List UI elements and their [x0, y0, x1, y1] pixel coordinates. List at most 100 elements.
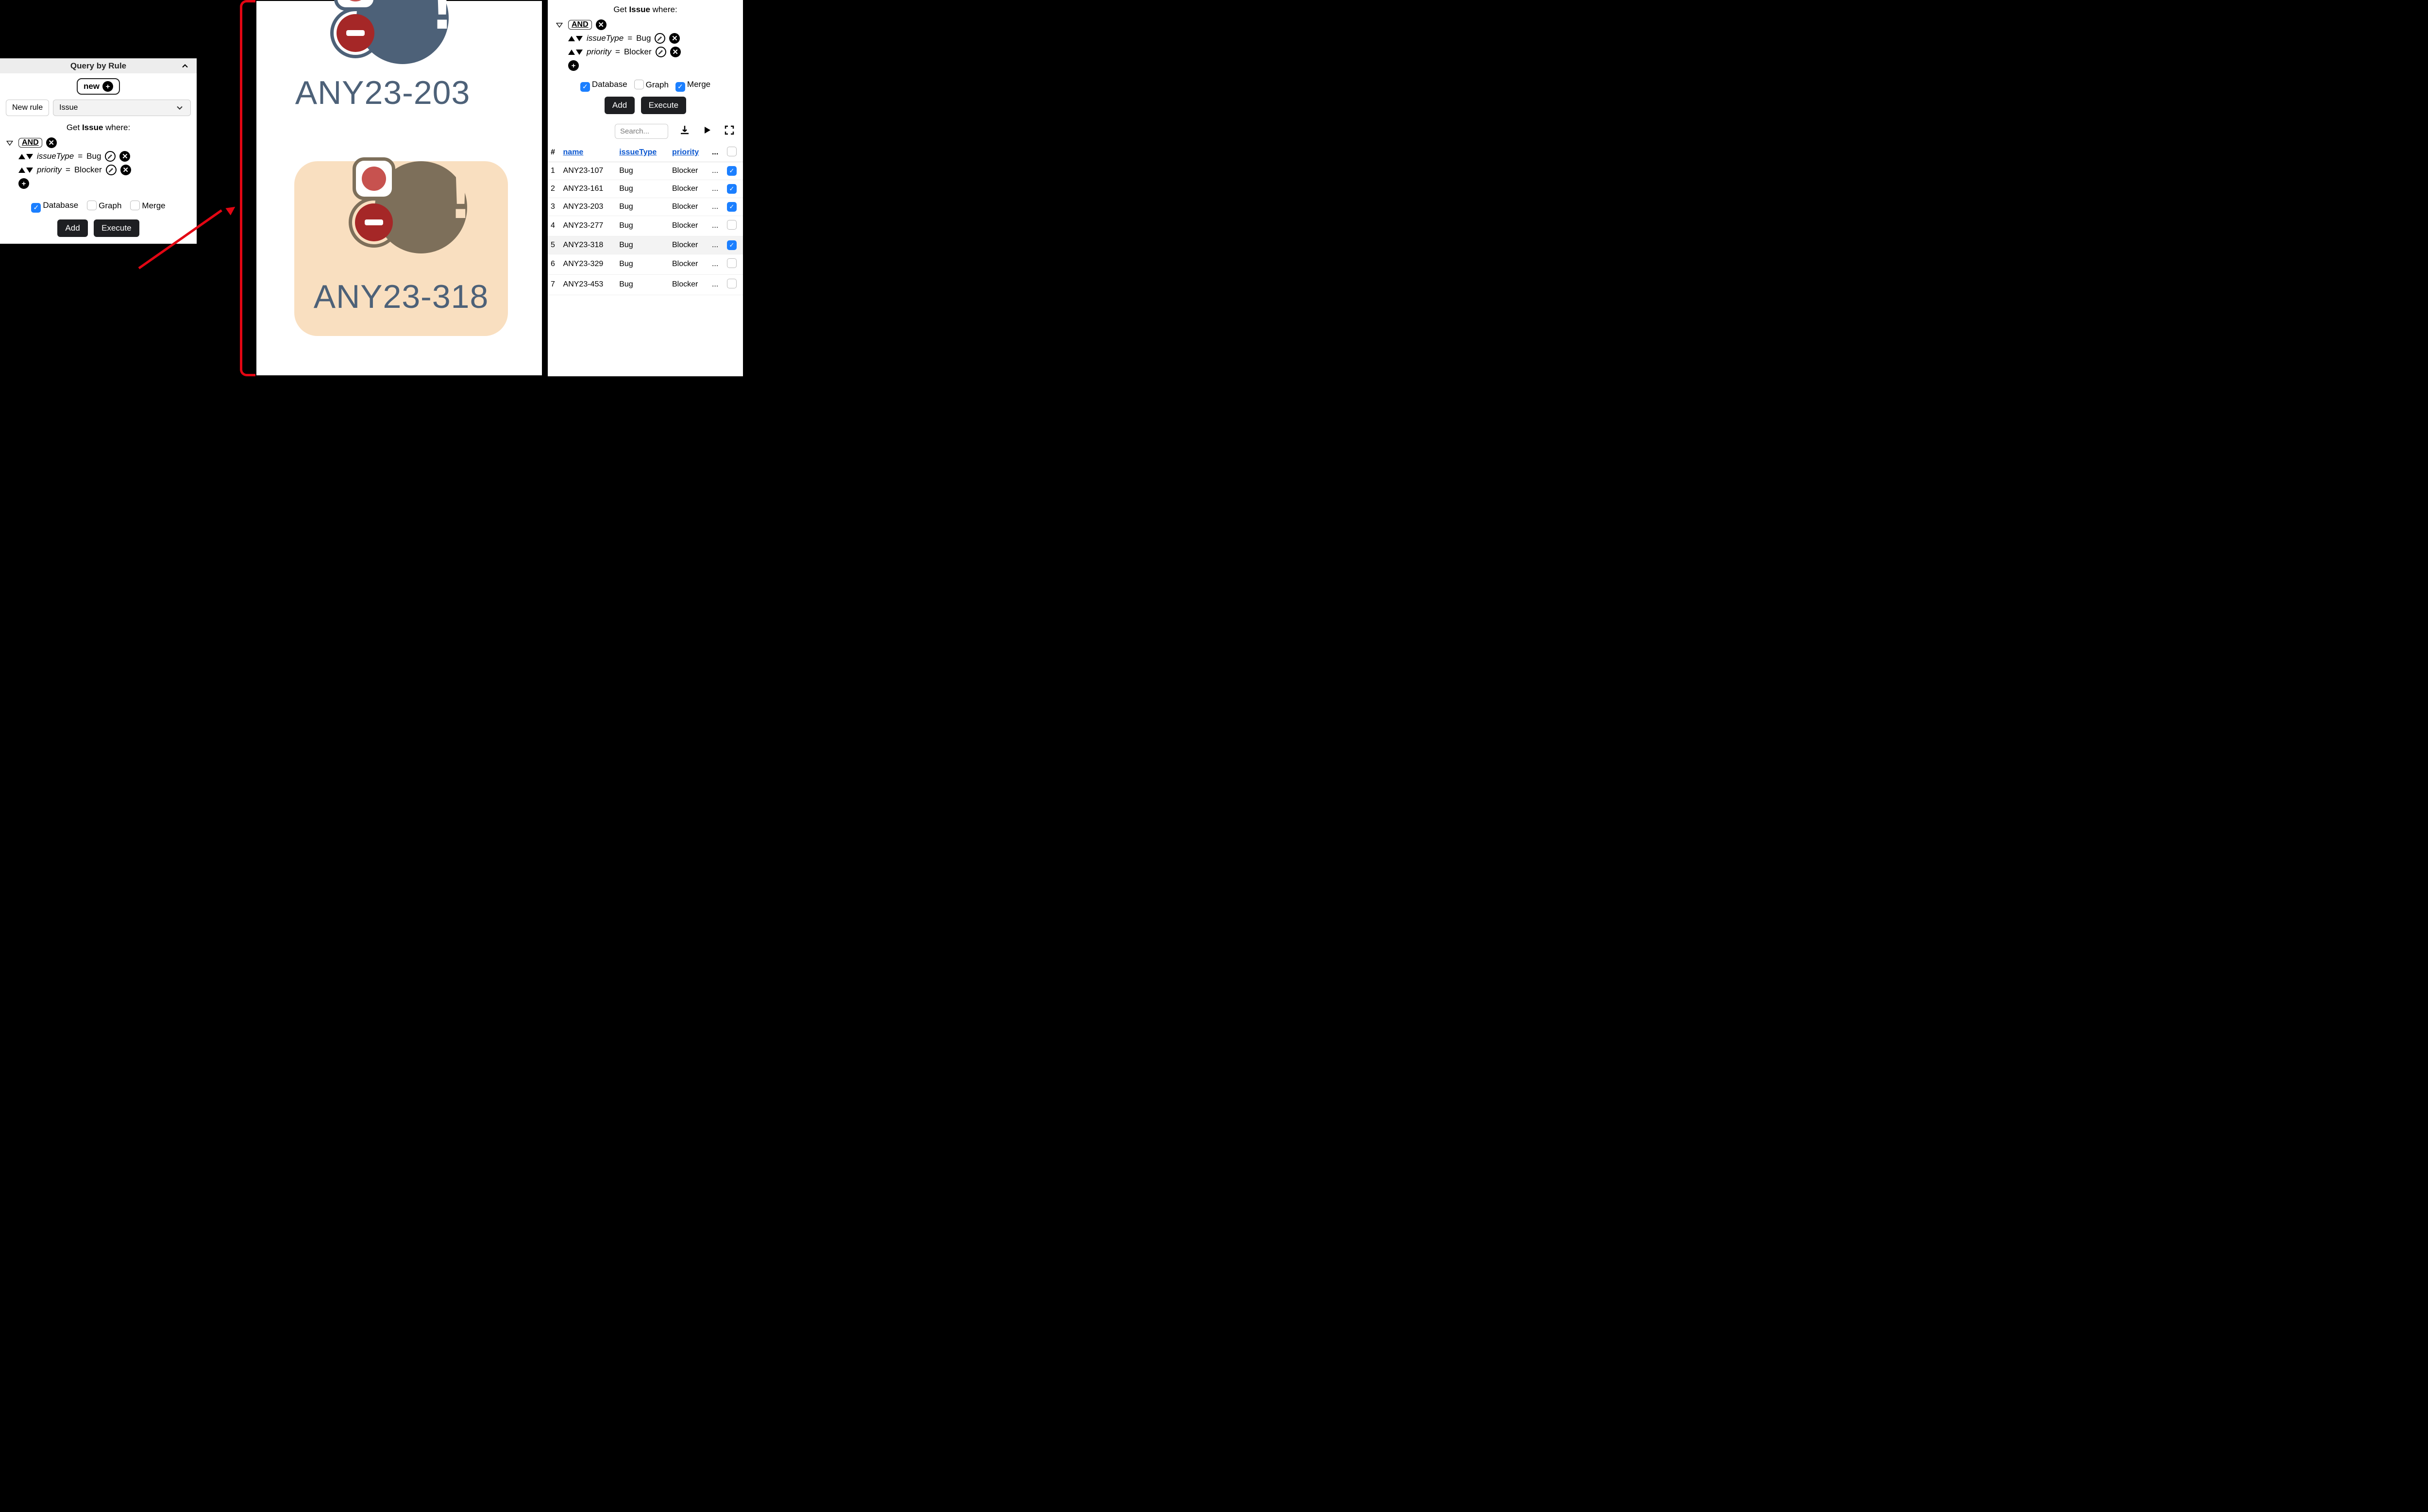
opt-graph[interactable]: Graph [634, 80, 669, 92]
cell-select[interactable]: ✓ [724, 162, 743, 180]
cell-issuetype: Bug [616, 254, 669, 274]
cell-priority: Blocker [669, 236, 709, 254]
delete-group-button[interactable]: ✕ [46, 137, 57, 148]
cell-select[interactable]: ✓ [724, 180, 743, 198]
cell-more[interactable]: ... [709, 236, 724, 254]
cell-more[interactable]: ... [709, 254, 724, 274]
rule-tree: AND ✕ issueType = Bug ✕ priority = Block… [0, 137, 197, 194]
expand-icon[interactable] [724, 124, 735, 138]
table-row[interactable]: 5 ANY23-318 Bug Blocker ... ✓ [548, 236, 743, 254]
add-rule-button[interactable]: + [18, 178, 29, 189]
table-row[interactable]: 1 ANY23-107 Bug Blocker ... ✓ [548, 162, 743, 180]
reorder-handles[interactable] [18, 168, 33, 173]
delete-rule-button[interactable]: ✕ [120, 165, 131, 175]
node-card-selected[interactable]: ! ANY23-318 [294, 161, 508, 316]
panel-header[interactable]: Query by Rule [0, 59, 197, 73]
new-button[interactable]: new + [77, 78, 120, 95]
table-row[interactable]: 4 ANY23-277 Bug Blocker ... [548, 216, 743, 236]
execute-button[interactable]: Execute [94, 219, 139, 237]
play-icon[interactable] [701, 124, 713, 138]
and-operator[interactable]: AND [18, 138, 42, 148]
cell-select[interactable]: ✓ [724, 236, 743, 254]
add-button[interactable]: Add [605, 97, 635, 114]
table-row[interactable]: 7 ANY23-453 Bug Blocker ... [548, 274, 743, 295]
checkbox-checked-icon: ✓ [675, 82, 685, 92]
checkbox-checked-icon: ✓ [580, 82, 590, 92]
opt-merge[interactable]: ✓Merge [675, 80, 710, 92]
new-rule-button[interactable]: New rule [6, 100, 49, 116]
execute-button[interactable]: Execute [641, 97, 686, 114]
arrow-up-icon [568, 36, 575, 41]
arrow-up-icon [568, 50, 575, 55]
opt-graph[interactable]: Graph [87, 201, 121, 213]
cell-select[interactable]: ✓ [724, 198, 743, 216]
cell-select[interactable] [724, 254, 743, 274]
edit-rule-button[interactable] [655, 33, 665, 44]
delete-group-button[interactable]: ✕ [596, 19, 607, 30]
and-operator[interactable]: AND [568, 20, 592, 30]
checkbox-checked-icon: ✓ [727, 184, 737, 194]
checkbox-icon [727, 147, 737, 156]
node-card[interactable]: ! ANY23-203 [276, 0, 489, 112]
plus-icon: + [102, 81, 113, 92]
table-row[interactable]: 6 ANY23-329 Bug Blocker ... [548, 254, 743, 274]
cell-more[interactable]: ... [709, 274, 724, 295]
cell-priority: Blocker [669, 198, 709, 216]
delete-rule-button[interactable]: ✕ [669, 33, 680, 44]
bracket-annotation [240, 0, 256, 376]
checkbox-icon [87, 201, 97, 210]
col-priority[interactable]: priority [669, 144, 709, 162]
graph-canvas[interactable]: ! ANY23-203 ! ANY23-318 [255, 0, 543, 376]
col-more[interactable]: ... [709, 144, 724, 162]
entity-select[interactable]: Issue [53, 100, 191, 116]
cell-num: 4 [548, 216, 560, 236]
rule-op: = [66, 165, 70, 175]
arrow-head-icon [225, 203, 237, 215]
add-rule-button[interactable]: + [568, 60, 579, 71]
cell-select[interactable] [724, 274, 743, 295]
col-issuetype[interactable]: issueType [616, 144, 669, 162]
opt-database[interactable]: ✓Database [580, 80, 627, 92]
add-button[interactable]: Add [57, 219, 87, 237]
get-where-text: Get Issue where: [0, 120, 197, 137]
edit-rule-button[interactable] [656, 47, 666, 57]
edit-rule-button[interactable] [105, 151, 116, 162]
triangle-down-outline-icon[interactable] [5, 138, 15, 148]
rule-field: priority [587, 47, 611, 57]
rule-value: Blocker [624, 47, 652, 57]
results-panel: Get Issue where: AND ✕ issueType = Bug ✕… [546, 0, 743, 376]
arrow-up-icon [18, 154, 25, 159]
opt-database[interactable]: ✓Database [31, 201, 78, 213]
delete-rule-button[interactable]: ✕ [119, 151, 130, 162]
new-label: new [84, 82, 100, 91]
cell-issuetype: Bug [616, 274, 669, 295]
cell-select[interactable] [724, 216, 743, 236]
col-select[interactable] [724, 144, 743, 162]
collapse-icon[interactable] [180, 61, 190, 73]
delete-rule-button[interactable]: ✕ [670, 47, 681, 57]
search-input[interactable]: Search... [615, 124, 668, 139]
cell-priority: Blocker [669, 162, 709, 180]
cell-more[interactable]: ... [709, 216, 724, 236]
triangle-down-outline-icon[interactable] [555, 20, 564, 30]
cell-more[interactable]: ... [709, 180, 724, 198]
rule-op: = [78, 151, 83, 161]
cell-more[interactable]: ... [709, 162, 724, 180]
table-row[interactable]: 2 ANY23-161 Bug Blocker ... ✓ [548, 180, 743, 198]
reorder-handles[interactable] [18, 154, 33, 159]
col-num[interactable]: # [548, 144, 560, 162]
query-panel: Query by Rule new + New rule Issue Get I… [0, 58, 197, 244]
checkbox-icon [727, 258, 737, 268]
col-name[interactable]: name [560, 144, 617, 162]
download-icon[interactable] [679, 124, 691, 138]
edit-rule-button[interactable] [106, 165, 117, 175]
rule-row: issueType = Bug ✕ [555, 33, 739, 44]
reorder-handles[interactable] [568, 36, 583, 41]
reorder-handles[interactable] [568, 50, 583, 55]
rule-row: issueType = Bug ✕ [5, 151, 193, 162]
table-row[interactable]: 3 ANY23-203 Bug Blocker ... ✓ [548, 198, 743, 216]
cell-more[interactable]: ... [709, 198, 724, 216]
checkbox-checked-icon: ✓ [727, 240, 737, 250]
node-icon-stack: ! [353, 161, 450, 258]
opt-merge[interactable]: Merge [130, 201, 165, 213]
